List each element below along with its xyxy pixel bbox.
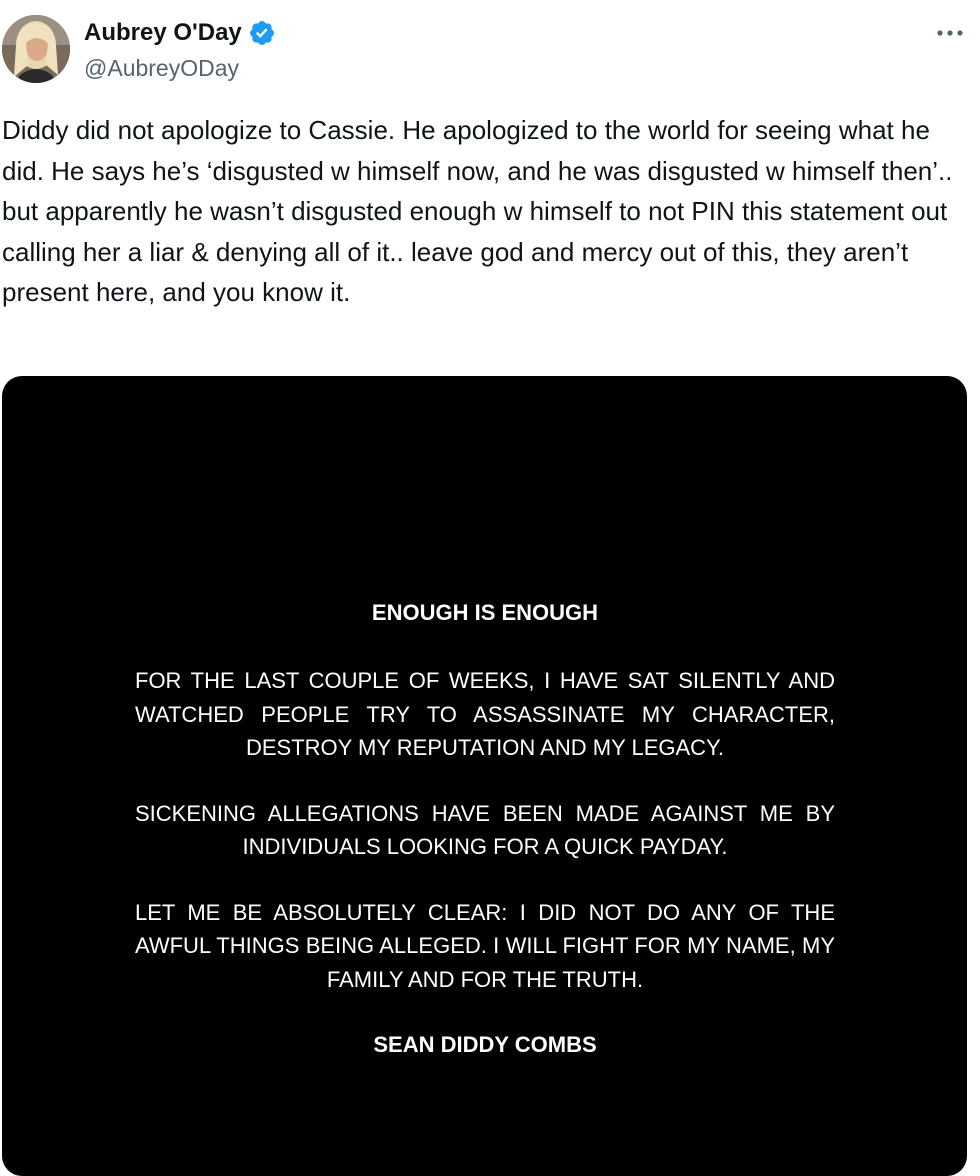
author-name-row[interactable]: Aubrey O'Day [84,18,276,48]
statement-paragraph-2: SICKENING ALLEGATIONS HAVE BEEN MADE AGA… [135,800,835,860]
statement-paragraph-3: LET ME BE ABSOLUTELY CLEAR: I DID NOT DO… [135,899,835,992]
author-display-name[interactable]: Aubrey O'Day [84,18,242,48]
author-handle[interactable]: @AubreyODay [84,54,239,82]
verified-badge-icon [248,19,276,47]
statement-signature: SEAN DIDDY COMBS [373,1032,597,1057]
statement-title: ENOUGH IS ENOUGH [371,600,599,625]
avatar-image [2,15,70,83]
media-image[interactable]: ENOUGH IS ENOUGH FOR THE LAST COUPLE OF … [2,376,967,1176]
more-horizontal-icon [937,30,963,36]
tweet-text: Diddy did not apologize to Cassie. He ap… [2,115,953,307]
more-options-button[interactable] [930,18,970,48]
statement-text-block: ENOUGH IS ENOUGH FOR THE LAST COUPLE OF … [135,598,835,1060]
tweet-header: Aubrey O'Day @AubreyODay [0,0,980,100]
statement-paragraph-1: FOR THE LAST COUPLE OF WEEKS, I HAVE SAT… [135,668,835,760]
avatar[interactable] [2,15,70,83]
tweet: Aubrey O'Day @AubreyODay Diddy did not a… [0,0,980,1176]
